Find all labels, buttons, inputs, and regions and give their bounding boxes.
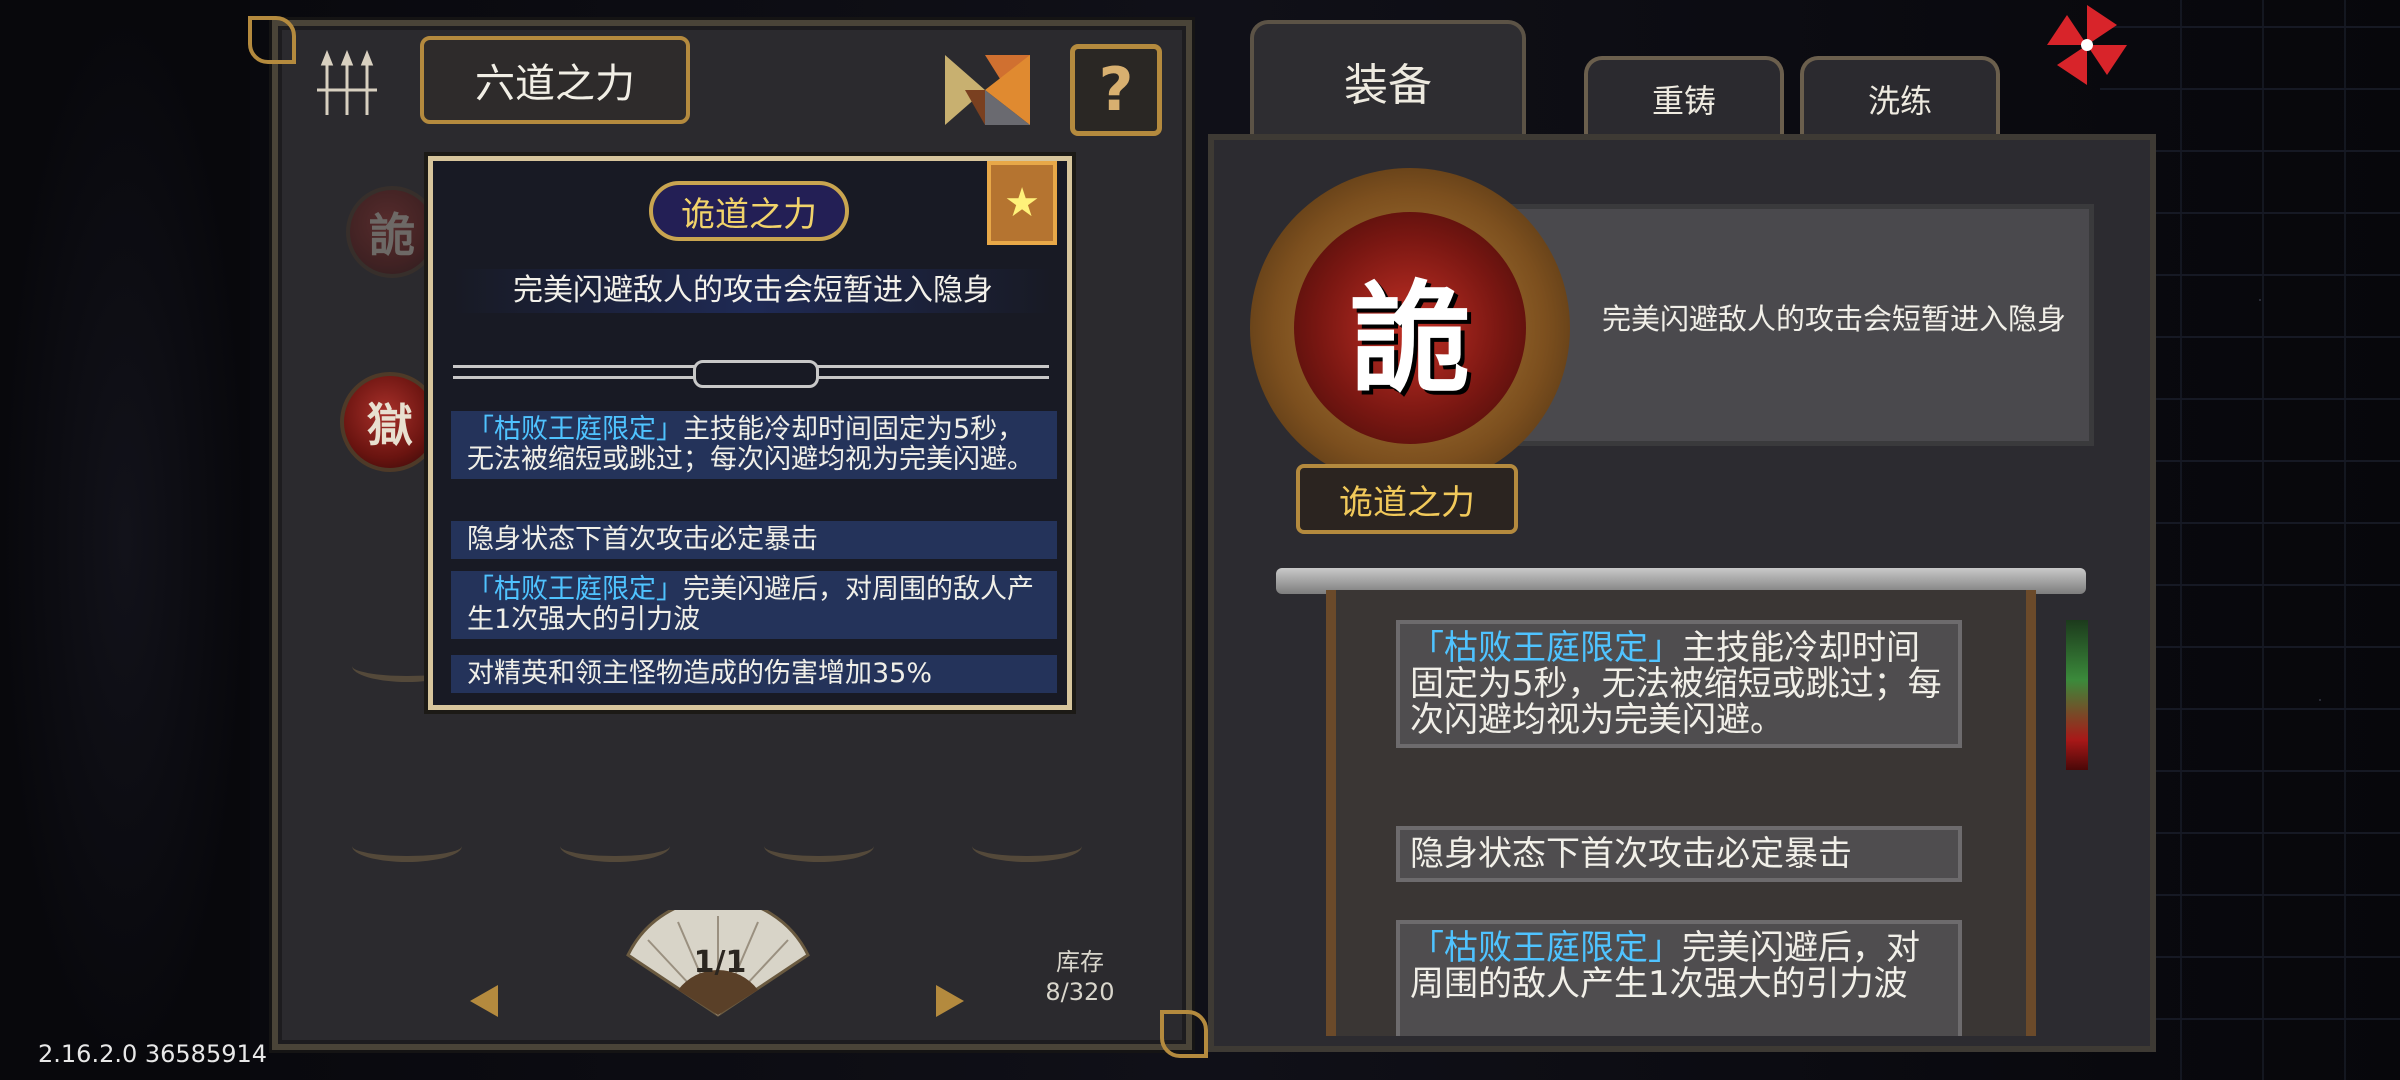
stock-count: 8/320 [1045, 978, 1115, 1006]
empty-slot[interactable] [560, 830, 670, 862]
empty-slot[interactable] [972, 830, 1082, 862]
tooltip-effect: 「枯败王庭限定」完美闪避后，对周围的敌人产生1次强大的引力波 [451, 571, 1057, 639]
corner-ornament [248, 16, 296, 64]
exclusive-tag: 「枯败王庭限定」 [467, 414, 683, 445]
pinwheel-icon [2047, 5, 2127, 85]
page-indicator: 1/1 [693, 945, 747, 980]
effect-text: 隐身状态下首次攻击必定暴击 [1410, 834, 1852, 874]
spears-icon [317, 50, 377, 115]
effect-entry: 「枯败王庭限定」主技能冷却时间固定为5秒，无法被缩短或跳过；每次闪避均视为完美闪… [1396, 620, 1962, 748]
tangram-icon[interactable] [945, 50, 1035, 130]
version-label: 2.16.2.0 36585914 [38, 1040, 268, 1068]
left-background [0, 0, 250, 1080]
rune-description: 完美闪避敌人的攻击会短暂进入隐身 [1601, 302, 2066, 336]
effect-text: 隐身状态下首次攻击必定暴击 [467, 524, 818, 555]
equipped-rune: 詭 [1294, 212, 1526, 444]
help-button[interactable]: ? [1070, 44, 1162, 136]
rune-tooltip: 诡道之力 ★ 完美闪避敌人的攻击会短暂进入隐身 「枯败王庭限定」主技能冷却时间固… [428, 156, 1072, 710]
rune-name-plate: 诡道之力 [1296, 464, 1518, 534]
tab-refine[interactable]: 洗练 [1800, 56, 2000, 138]
next-page-arrow[interactable] [936, 985, 964, 1017]
effect-entry: 隐身状态下首次攻击必定暴击 [1396, 826, 1962, 882]
favorite-star-icon[interactable]: ★ [987, 161, 1057, 245]
rune-slot[interactable]: 獄 [340, 372, 440, 472]
effect-text: 对精英和领主怪物造成的伤害增加35% [467, 658, 933, 689]
stock-label: 库存 [1056, 948, 1104, 976]
tooltip-effect: 隐身状态下首次攻击必定暴击 [451, 521, 1057, 559]
effects-scroll[interactable]: 「枯败王庭限定」主技能冷却时间固定为5秒，无法被缩短或跳过；每次闪避均视为完美闪… [1326, 590, 2036, 1036]
tassel-ornament [2066, 620, 2088, 770]
tooltip-effect: 「枯败王庭限定」主技能冷却时间固定为5秒，无法被缩短或跳过；每次闪避均视为完美闪… [451, 411, 1057, 479]
exclusive-tag: 「枯败王庭限定」 [1410, 928, 1682, 968]
corner-ornament [1160, 1010, 1208, 1058]
effect-entry: 「枯败王庭限定」完美闪避后，对周围的敌人产生1次强大的引力波 [1396, 920, 1962, 1036]
empty-slot[interactable] [764, 830, 874, 862]
panel-title: 六道之力 [420, 36, 690, 124]
prev-page-arrow[interactable] [470, 985, 498, 1017]
divider [453, 360, 1049, 388]
tooltip-effect: 对精英和领主怪物造成的伤害增加35% [451, 655, 1057, 693]
empty-slot[interactable] [352, 830, 462, 862]
exclusive-tag: 「枯败王庭限定」 [467, 574, 683, 605]
exclusive-tag: 「枯败王庭限定」 [1410, 628, 1682, 668]
tab-equip[interactable]: 装备 [1250, 20, 1526, 138]
rune-slot[interactable]: 詭 [346, 186, 438, 278]
tooltip-title: 诡道之力 [649, 181, 849, 241]
tab-recast[interactable]: 重铸 [1584, 56, 1784, 138]
tooltip-description: 完美闪避敌人的攻击会短暂进入隐身 [453, 269, 1053, 313]
